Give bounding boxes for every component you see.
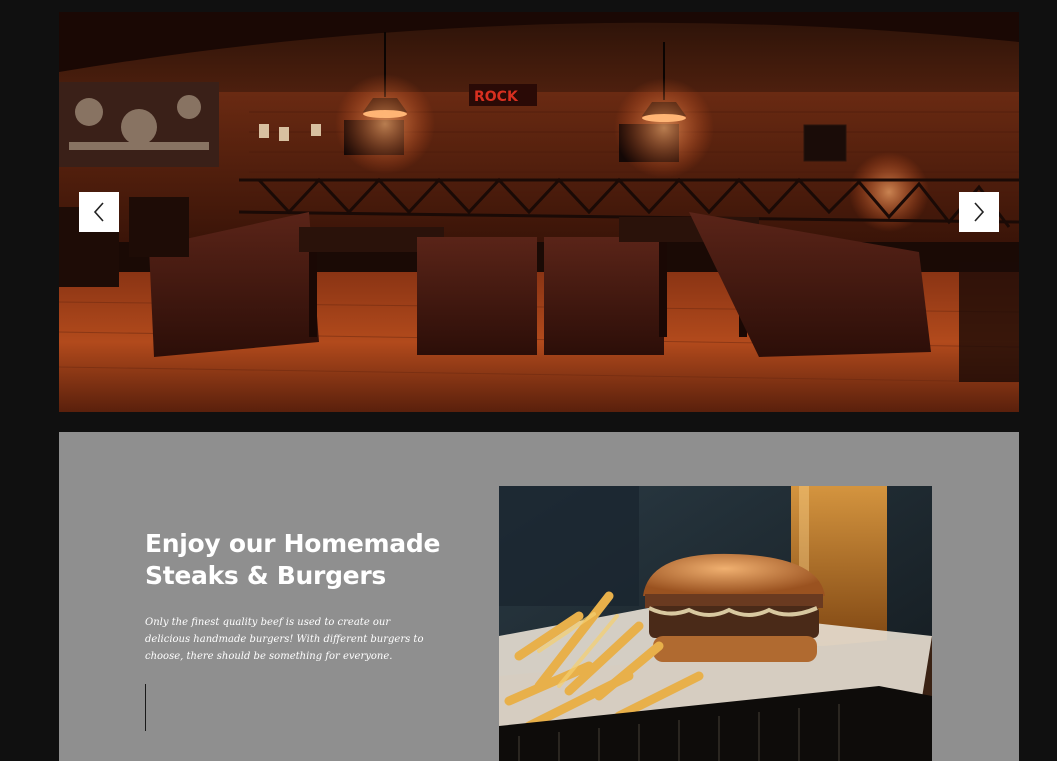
slider-next-button[interactable] (959, 192, 999, 232)
chevron-right-icon (974, 202, 985, 222)
vertical-divider (145, 684, 146, 731)
burger-image (499, 486, 932, 761)
page: ROCK Enjoy our Homemade Steaks & Burgers… (0, 0, 1057, 761)
chevron-left-icon (93, 202, 104, 222)
feature-description: Only the finest quality beef is used to … (145, 617, 424, 662)
rock-sign-text: ROCK (474, 89, 519, 105)
feature-title-line2: Steaks & Burgers (145, 561, 386, 590)
slide-image: ROCK (59, 12, 1019, 412)
slider-prev-button[interactable] (79, 192, 119, 232)
burger-photo (499, 486, 932, 761)
feature-title-line1: Enjoy our Homemade (145, 529, 441, 558)
feature-title: Enjoy our Homemade Steaks & Burgers (145, 528, 465, 592)
feature-section: Enjoy our Homemade Steaks & Burgers Only… (59, 432, 1019, 761)
hero-slider: ROCK (59, 12, 1019, 412)
